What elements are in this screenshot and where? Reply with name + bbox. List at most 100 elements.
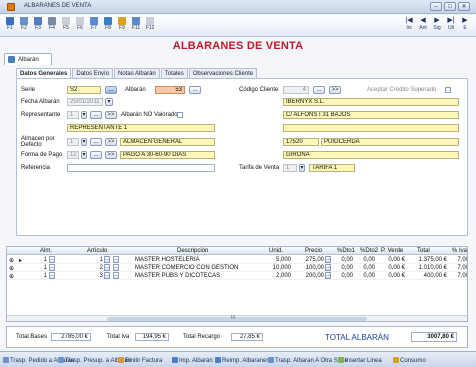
articulo-open-button[interactable]: … [113,264,119,271]
representante-dropdown[interactable]: ▾ [81,111,87,119]
date-picker-button[interactable]: ▾ [105,98,113,106]
albaran-lookup-button[interactable]: ... [189,86,201,94]
cell-unid[interactable]: 2,000 [259,273,291,279]
action-button-7[interactable]: Consumo [393,357,426,364]
cell-total[interactable]: 1.010,00 € [409,265,447,271]
forma-pago-open-button[interactable]: >> [105,151,117,159]
toolbar-button-f11[interactable]: F11 [129,16,143,36]
cell-iva[interactable]: 7,00 [451,265,467,271]
codigo-cliente-field[interactable]: 4 [283,86,309,94]
precio-button[interactable]: … [325,272,331,279]
cell-pverde[interactable]: 0,00 € [379,265,405,271]
almacen-lookup-button[interactable]: ... [90,138,102,146]
cell-precio[interactable]: 100,00 € [295,265,329,271]
forma-pago-dropdown[interactable]: ▾ [81,151,87,159]
almacen-dropdown[interactable]: ▾ [81,138,87,146]
toolbar-button-f1[interactable]: F1 [3,16,17,36]
nav-button-e[interactable]: ▶ E [458,16,472,36]
cell-precio[interactable]: 275,00 € [295,257,329,263]
cell-alm[interactable]: 1 [37,265,47,271]
cell-total[interactable]: 400,00 € [409,273,447,279]
almacen-code-field[interactable]: 1 [67,138,79,146]
toolbar-button-f7[interactable]: F7 [87,16,101,36]
nav-button-ult[interactable]: ▶| Ult [444,16,458,36]
toolbar-button-f9[interactable]: F9 [115,16,129,36]
toolbar-button-f8[interactable]: F8 [101,16,115,36]
articulo-lookup-button[interactable]: … [104,264,110,271]
precio-button[interactable]: … [325,264,331,271]
action-button-3[interactable]: Imp. Albarán [172,357,213,364]
tab-datos-envio[interactable]: Datos Envío [72,68,114,78]
toolbar-button-f12[interactable]: F12 [143,16,157,36]
action-button-2[interactable]: Emitir Factura [118,357,162,364]
toolbar-button-f4[interactable]: F4 [45,16,59,36]
cell-descripcion[interactable]: MASTER HOSTELERIA [135,257,255,263]
tarifa-code-field[interactable]: 1 [283,164,297,172]
forma-pago-code-field[interactable]: 12 [67,151,79,159]
articulo-lookup-button[interactable]: … [104,256,110,263]
nav-button-ini[interactable]: |◀ Ini [402,16,416,36]
cell-articulo[interactable]: 2 [91,265,103,271]
cell-dto2[interactable]: 0,00 [357,273,375,279]
cell-dto1[interactable]: 0,00 [335,257,353,263]
cell-pverde[interactable]: 0,00 € [379,257,405,263]
grid-horizontal-scrollbar[interactable]: III [7,315,467,321]
toolbar-button-f3[interactable]: F3 [31,16,45,36]
serie-field[interactable]: S2 [67,86,101,94]
cell-dto2[interactable]: 0,00 [357,257,375,263]
toolbar-button-f2[interactable]: F2 [17,16,31,36]
cell-total[interactable]: 1.375,00 € [409,257,447,263]
articulo-open-button[interactable]: … [113,256,119,263]
tab-totales[interactable]: Totales [160,68,188,78]
serie-lookup-button[interactable]: ... [105,86,117,94]
albaran-number-field[interactable]: 53 [155,86,185,94]
forma-pago-lookup-button[interactable]: ... [90,151,102,159]
cliente-lookup-button[interactable]: ... [313,86,325,94]
representante-lookup-button[interactable]: ... [90,111,102,119]
cell-alm[interactable]: 1 [37,257,47,263]
cell-iva[interactable]: 7,00 [451,257,467,263]
credito-checkbox[interactable] [445,87,451,93]
nav-button-sig[interactable]: ▶ Sig [430,16,444,36]
table-row[interactable]: ⊕ 1 2 MASTER COMERCIO CON GESTION 10,000 100,… [7,264,467,272]
minimize-button[interactable]: – [430,2,442,11]
cell-dto1[interactable]: 0,00 [335,265,353,271]
fecha-field[interactable]: 25/01/2011 [67,98,103,106]
cell-articulo[interactable]: 3 [91,273,103,279]
representante-code-field[interactable]: 1 [67,111,79,119]
toolbar-button-f5[interactable]: F5 [59,16,73,36]
tab-notas-albaran[interactable]: Notas Albarán [114,68,160,78]
alm-lookup-button[interactable]: … [49,264,55,271]
precio-button[interactable]: … [325,256,331,263]
nav-button-ant[interactable]: ◀ Ant [416,16,430,36]
cell-pverde[interactable]: 0,00 € [379,273,405,279]
cell-precio[interactable]: 200,00 € [295,273,329,279]
articulo-lookup-button[interactable]: … [104,272,110,279]
representante-open-button[interactable]: >> [105,111,117,119]
action-button-6[interactable]: Insertar Linea [338,357,382,364]
articulo-open-button[interactable]: … [113,272,119,279]
close-button[interactable]: ✕ [458,2,470,11]
cell-descripcion[interactable]: MASTER COMERCIO CON GESTION [135,265,255,271]
tab-observaciones-cliente[interactable]: Observaciones Cliente [188,68,258,78]
table-row[interactable]: ⊕ ▸ 1 1 MASTER HOSTELERIA 5,000 275,00 € 0,00 0,… [7,256,467,264]
expand-icon[interactable]: ⊕ [9,257,14,264]
action-button-4[interactable]: Reimp. Albaranes [215,357,269,364]
almacen-open-button[interactable]: >> [105,138,117,146]
maximize-button[interactable]: □ [444,2,456,11]
no-valorado-checkbox[interactable] [177,112,183,118]
action-button-5[interactable]: Trasp. Albaran A Otra Serie [268,357,348,364]
alm-lookup-button[interactable]: … [49,256,55,263]
cell-articulo[interactable]: 1 [91,257,103,263]
expand-icon[interactable]: ⊕ [9,265,14,272]
table-row[interactable]: ⊕ 1 3 MASTER PUBS Y DICOTECAS 2,000 200,00 € 0… [7,272,467,280]
toolbar-button-f6[interactable]: F6 [73,16,87,36]
tab-datos-generales[interactable]: Datos Generales [16,68,72,78]
expand-icon[interactable]: ⊕ [9,273,14,280]
alm-lookup-button[interactable]: … [49,272,55,279]
cell-iva[interactable]: 7,00 [451,273,467,279]
cell-unid[interactable]: 10,000 [259,265,291,271]
cell-dto2[interactable]: 0,00 [357,265,375,271]
cliente-open-button[interactable]: >> [329,86,341,94]
cell-unid[interactable]: 5,000 [259,257,291,263]
